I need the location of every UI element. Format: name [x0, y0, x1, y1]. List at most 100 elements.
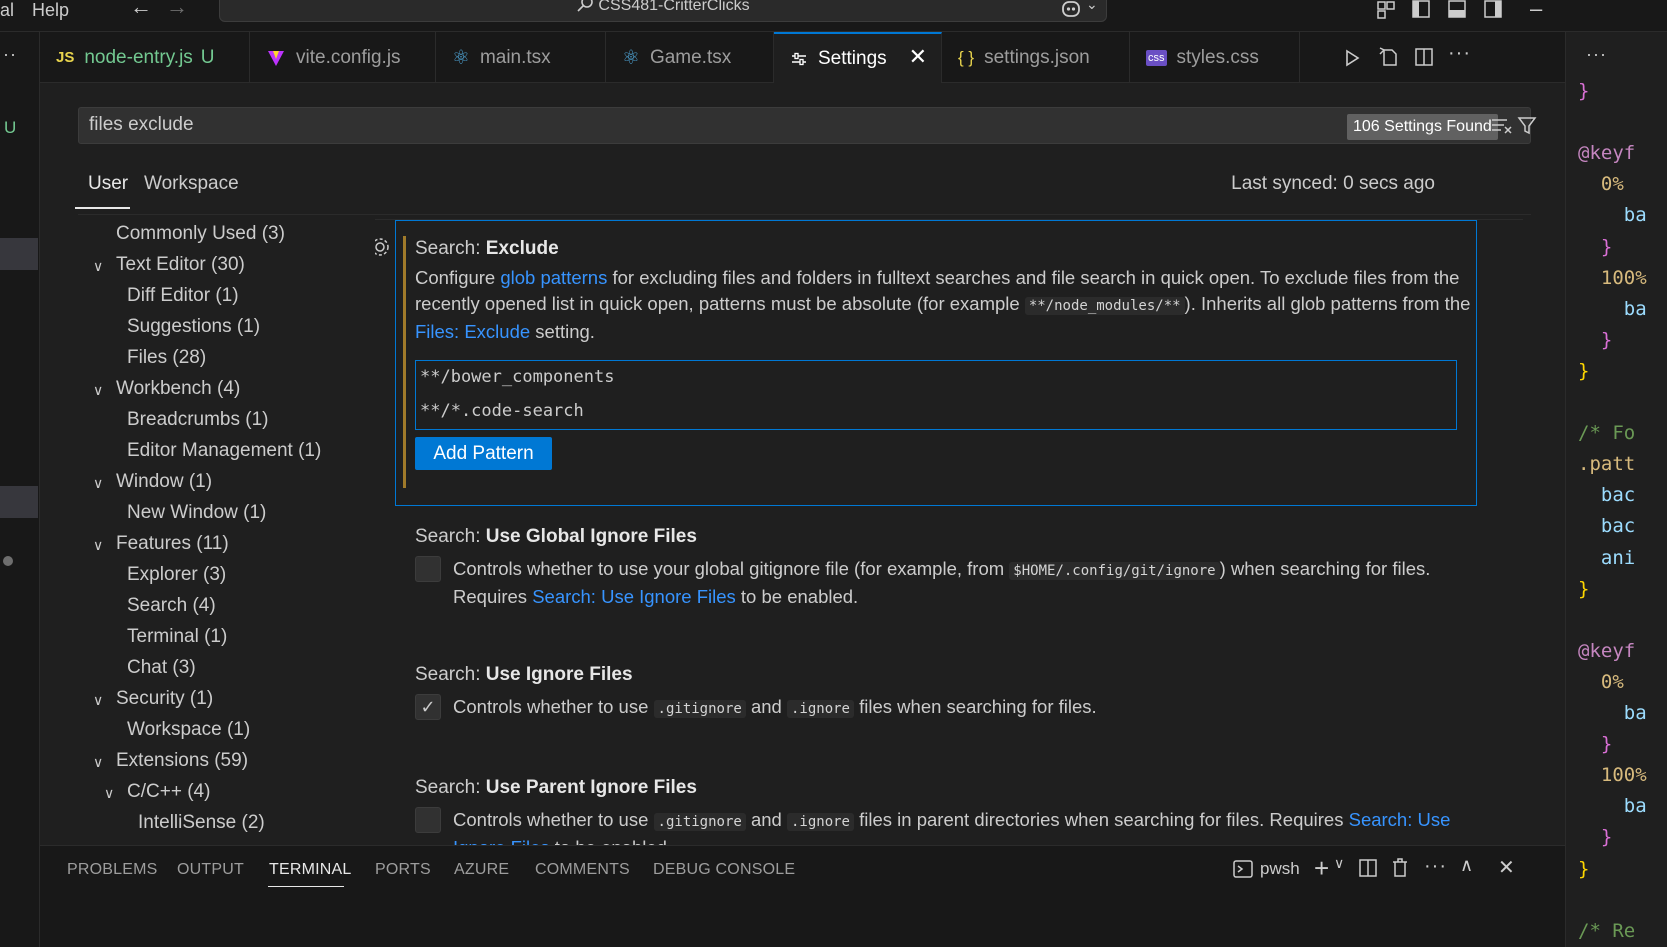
toc-item-commonly-used[interactable]: Commonly Used (3) — [116, 223, 285, 245]
more-actions-icon[interactable]: ··· — [1448, 42, 1471, 65]
pattern-item[interactable]: **/bower_components — [420, 367, 614, 387]
toggle-panel-icon[interactable] — [1446, 0, 1468, 20]
tab-vite-config[interactable]: vite.config.js — [250, 32, 436, 83]
close-panel-icon[interactable]: ✕ — [1498, 855, 1515, 880]
toc-item-extensions[interactable]: Extensions (59) — [116, 750, 248, 772]
toc-item-security[interactable]: Security (1) — [116, 688, 213, 710]
run-icon[interactable] — [1342, 48, 1362, 68]
split-editor-icon[interactable] — [1414, 47, 1434, 67]
tab-main-tsx[interactable]: ⚛ main.tsx — [436, 32, 606, 83]
inline-code: .ignore — [786, 813, 854, 831]
tab-label: settings.json — [984, 46, 1090, 68]
filter-icon[interactable] — [1517, 116, 1537, 136]
tab-game-tsx[interactable]: ⚛ Game.tsx — [606, 32, 774, 83]
toggle-primary-sidebar-icon[interactable] — [1410, 0, 1432, 20]
toc-item-terminal[interactable]: Terminal (1) — [127, 626, 227, 648]
command-center[interactable]: CSS481-CritterClicks — [219, 0, 1107, 22]
chevron-down-icon[interactable]: ∨ — [1334, 855, 1344, 872]
chevron-down-icon[interactable]: ∨ — [93, 258, 103, 275]
chevron-down-icon[interactable]: ⌄ — [1086, 0, 1098, 13]
tab-node-entry[interactable]: JS node-entry.js U — [40, 32, 250, 83]
use-ignore-files-checkbox[interactable]: ✓ — [415, 694, 441, 720]
terminal-shell-name[interactable]: pwsh — [1260, 859, 1300, 879]
open-settings-json-icon[interactable] — [1378, 46, 1400, 68]
tab-settings-json[interactable]: { } settings.json — [942, 32, 1130, 83]
divider — [78, 214, 1531, 215]
plus-icon[interactable]: + — [1314, 853, 1329, 884]
trash-icon[interactable] — [1390, 857, 1410, 879]
more-actions-icon[interactable]: ··· — [1586, 44, 1607, 65]
tab-settings[interactable]: Settings ✕ — [774, 32, 942, 84]
toc-item-explorer[interactable]: Explorer (3) — [127, 564, 226, 586]
menu-item-terminal[interactable]: al — [0, 0, 14, 21]
split-terminal-icon[interactable] — [1358, 858, 1378, 878]
tab-user-scope[interactable]: User — [88, 173, 128, 195]
toc-item-suggestions[interactable]: Suggestions (1) — [127, 316, 260, 338]
gear-icon[interactable] — [375, 236, 391, 258]
code-editor-peek[interactable]: ··· } @keyf 0% ba } 100% ba }}/* Fo .patt … — [1565, 32, 1667, 947]
maximize-panel-icon[interactable]: ∧ — [1460, 855, 1473, 876]
chevron-down-icon[interactable]: ∨ — [104, 785, 114, 802]
toc-item-window[interactable]: Window (1) — [116, 471, 212, 493]
panel-tab-debug-console[interactable]: DEBUG CONSOLE — [653, 861, 795, 879]
chevron-down-icon[interactable]: ∨ — [93, 692, 103, 709]
tab-label: Settings — [818, 48, 887, 69]
use-global-ignore-checkbox[interactable] — [415, 556, 441, 582]
desc-text: and — [745, 809, 787, 830]
title-bar: al Help ← → CSS481-CritterClicks ⌄ – — [0, 0, 1667, 32]
close-icon[interactable]: ✕ — [909, 44, 927, 70]
layout-customize-icon[interactable] — [1375, 0, 1397, 20]
toc-item-workspace[interactable]: Workspace (1) — [127, 719, 250, 741]
add-pattern-button[interactable]: Add Pattern — [415, 437, 552, 470]
panel-tab-azure[interactable]: AZURE — [454, 861, 509, 879]
toc-item-cpp[interactable]: C/C++ (4) — [127, 781, 210, 803]
chevron-down-icon[interactable]: ∨ — [93, 754, 103, 771]
panel-tab-ports[interactable]: PORTS — [375, 861, 431, 879]
desc-text: to be enabled. — [735, 586, 859, 607]
explorer-selected-row[interactable] — [0, 486, 38, 518]
code-line: 0% — [1578, 670, 1624, 693]
explorer-selected-row[interactable] — [0, 238, 38, 270]
panel-tab-problems[interactable]: PROBLEMS — [67, 861, 158, 879]
pattern-item[interactable]: **/*.code-search — [420, 401, 584, 421]
tab-workspace-scope[interactable]: Workspace — [144, 173, 239, 195]
clear-filter-icon[interactable] — [1491, 116, 1513, 136]
more-actions-icon[interactable]: ··· — [0, 44, 17, 65]
code-line: /* Fo — [1578, 422, 1636, 445]
chevron-down-icon[interactable]: ∨ — [93, 475, 103, 492]
untracked-badge: U — [200, 46, 215, 68]
toc-item-editor-management[interactable]: Editor Management (1) — [127, 440, 321, 462]
panel-tab-terminal[interactable]: TERMINAL — [269, 861, 352, 879]
back-arrow-icon[interactable]: ← — [130, 0, 152, 20]
chevron-down-icon[interactable]: ∨ — [93, 537, 103, 554]
editor-tabs: JS node-entry.js U vite.config.js ⚛ main… — [40, 32, 1565, 84]
use-parent-ignore-checkbox[interactable] — [415, 807, 441, 833]
toc-count: (30) — [211, 254, 245, 275]
toc-item-text-editor[interactable]: Text Editor (30) — [116, 254, 245, 276]
panel-tab-comments[interactable]: COMMENTS — [535, 861, 630, 879]
forward-arrow-icon[interactable]: → — [166, 0, 188, 20]
panel-tab-output[interactable]: OUTPUT — [177, 861, 244, 879]
window-minimize-icon[interactable]: – — [1530, 0, 1542, 22]
menu-item-help[interactable]: Help — [32, 0, 69, 21]
toc-item-chat[interactable]: Chat (3) — [127, 657, 196, 679]
settings-found-badge: 106 Settings Found — [1347, 114, 1498, 140]
toc-item-diff-editor[interactable]: Diff Editor (1) — [127, 285, 239, 307]
toggle-secondary-sidebar-icon[interactable] — [1482, 0, 1504, 20]
toc-item-breadcrumbs[interactable]: Breadcrumbs (1) — [127, 409, 269, 431]
copilot-icon[interactable] — [1060, 0, 1082, 20]
code-line: bac — [1578, 484, 1636, 507]
toc-item-files[interactable]: Files (28) — [127, 347, 206, 369]
toc-item-features[interactable]: Features (11) — [116, 533, 229, 555]
toc-item-new-window[interactable]: New Window (1) — [127, 502, 266, 524]
toc-item-workbench[interactable]: Workbench (4) — [116, 378, 240, 400]
files-exclude-link[interactable]: Files: Exclude — [415, 321, 530, 342]
chevron-down-icon[interactable]: ∨ — [93, 382, 103, 399]
glob-patterns-link[interactable]: glob patterns — [500, 267, 607, 288]
toc-item-intellisense[interactable]: IntelliSense (2) — [138, 812, 265, 834]
tab-styles-css[interactable]: css styles.css — [1130, 32, 1300, 83]
more-actions-icon[interactable]: ··· — [1424, 855, 1447, 878]
settings-search-input[interactable] — [89, 114, 1189, 136]
toc-item-search[interactable]: Search (4) — [127, 595, 216, 617]
use-ignore-files-link[interactable]: Search: Use Ignore Files — [532, 586, 736, 607]
